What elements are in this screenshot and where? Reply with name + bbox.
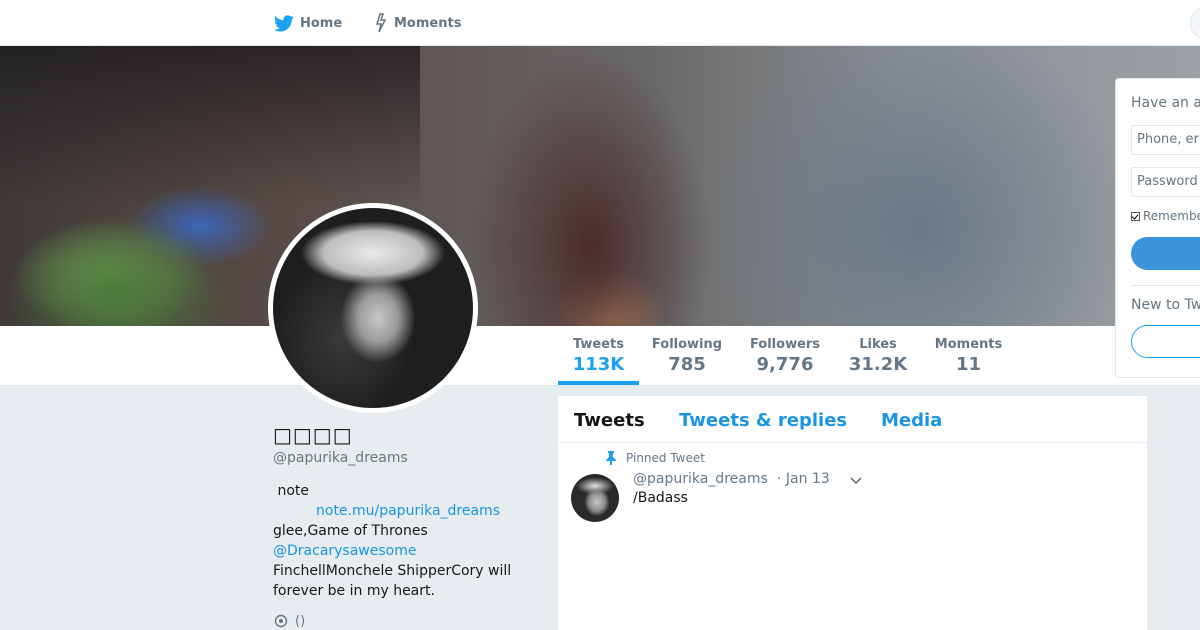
profile-avatar-image [273, 208, 473, 408]
profile-fullname[interactable]: □□□□ [273, 423, 353, 447]
stat-value: 785 [668, 354, 706, 375]
top-navigation-bar: Home Moments [0, 0, 1200, 46]
stat-value: 113K [572, 354, 625, 375]
login-divider [1131, 285, 1200, 286]
tab-tweets-and-replies[interactable]: Tweets & replies [679, 410, 847, 431]
stat-label: Moments [934, 337, 1003, 352]
banner-shade [0, 46, 420, 206]
stat-label: Tweets [572, 337, 625, 352]
signup-button[interactable] [1131, 325, 1200, 358]
login-title: Have an a [1131, 95, 1200, 111]
stat-label: Followers [749, 337, 821, 352]
stat-label: Likes [859, 337, 897, 352]
stat-tweets[interactable]: Tweets 113K [558, 337, 639, 375]
remember-me-label: Remembe [1143, 209, 1200, 223]
new-to-twitter-label: New to Tw [1131, 297, 1200, 313]
stat-label: Following [651, 337, 723, 352]
pinned-tweet-context: Pinned Tweet [605, 451, 705, 465]
tweet-text: /Badass [633, 490, 688, 506]
profile-location: () [273, 613, 305, 629]
profile-bio: note note.mu/papurika_dreams glee,Game o… [273, 481, 533, 601]
stat-value: 31.2K [848, 354, 908, 375]
tab-tweets[interactable]: Tweets [574, 410, 645, 431]
chevron-down-icon [850, 477, 862, 485]
stat-moments[interactable]: Moments 11 [932, 337, 1005, 375]
location-text: () [295, 613, 306, 629]
checkbox-icon [1131, 211, 1140, 221]
nav-home[interactable]: Home [274, 12, 342, 34]
tweet-author-handle[interactable]: @papurika_dreams [633, 471, 768, 487]
timeline: Tweets Tweets & replies Media Pinned Twe… [558, 396, 1147, 630]
bio-line: note [273, 483, 309, 499]
nav-moments[interactable]: Moments [374, 12, 461, 34]
tweet-timestamp[interactable]: · Jan 13 [777, 471, 830, 487]
stat-likes[interactable]: Likes 31.2K [844, 337, 912, 375]
profile-avatar[interactable] [268, 203, 478, 413]
nav-moments-label: Moments [394, 15, 462, 31]
profile-handle[interactable]: @papurika_dreams [273, 450, 408, 466]
stat-value: 11 [955, 354, 982, 375]
tab-media[interactable]: Media [881, 410, 942, 431]
stat-value: 9,776 [756, 354, 814, 375]
profile-header-banner [0, 46, 1200, 326]
pinned-tweet-label: Pinned Tweet [626, 451, 705, 465]
phone-input[interactable]: Phone, er [1131, 125, 1200, 155]
timeline-tabs: Tweets Tweets & replies Media [558, 396, 1147, 443]
bio-note-link[interactable]: note.mu/papurika_dreams [273, 501, 533, 521]
bio-line: FinchellMonchele ShipperCory will foreve… [273, 563, 512, 599]
location-pin-icon [274, 614, 288, 628]
password-input[interactable]: Password [1131, 167, 1200, 197]
tweet-avatar[interactable] [571, 474, 619, 522]
bio-line: glee,Game of Thrones [273, 523, 428, 539]
login-card: Have an a Phone, er Password Remembe New… [1115, 78, 1200, 378]
tweet-actions-dropdown[interactable] [848, 474, 864, 488]
remember-me-checkbox[interactable]: Remembe [1131, 209, 1200, 223]
twitter-bird-icon [274, 14, 294, 31]
pin-icon [606, 451, 616, 465]
bio-mention-link[interactable]: @Dracarysawesome [273, 541, 533, 561]
stat-followers[interactable]: Followers 9,776 [746, 337, 824, 375]
active-stat-underline [558, 381, 639, 385]
user-menu-avatar[interactable] [1190, 6, 1200, 40]
stat-following[interactable]: Following 785 [648, 337, 726, 375]
moments-bolt-icon [375, 13, 387, 33]
login-button[interactable] [1131, 237, 1200, 270]
nav-home-label: Home [300, 15, 343, 31]
